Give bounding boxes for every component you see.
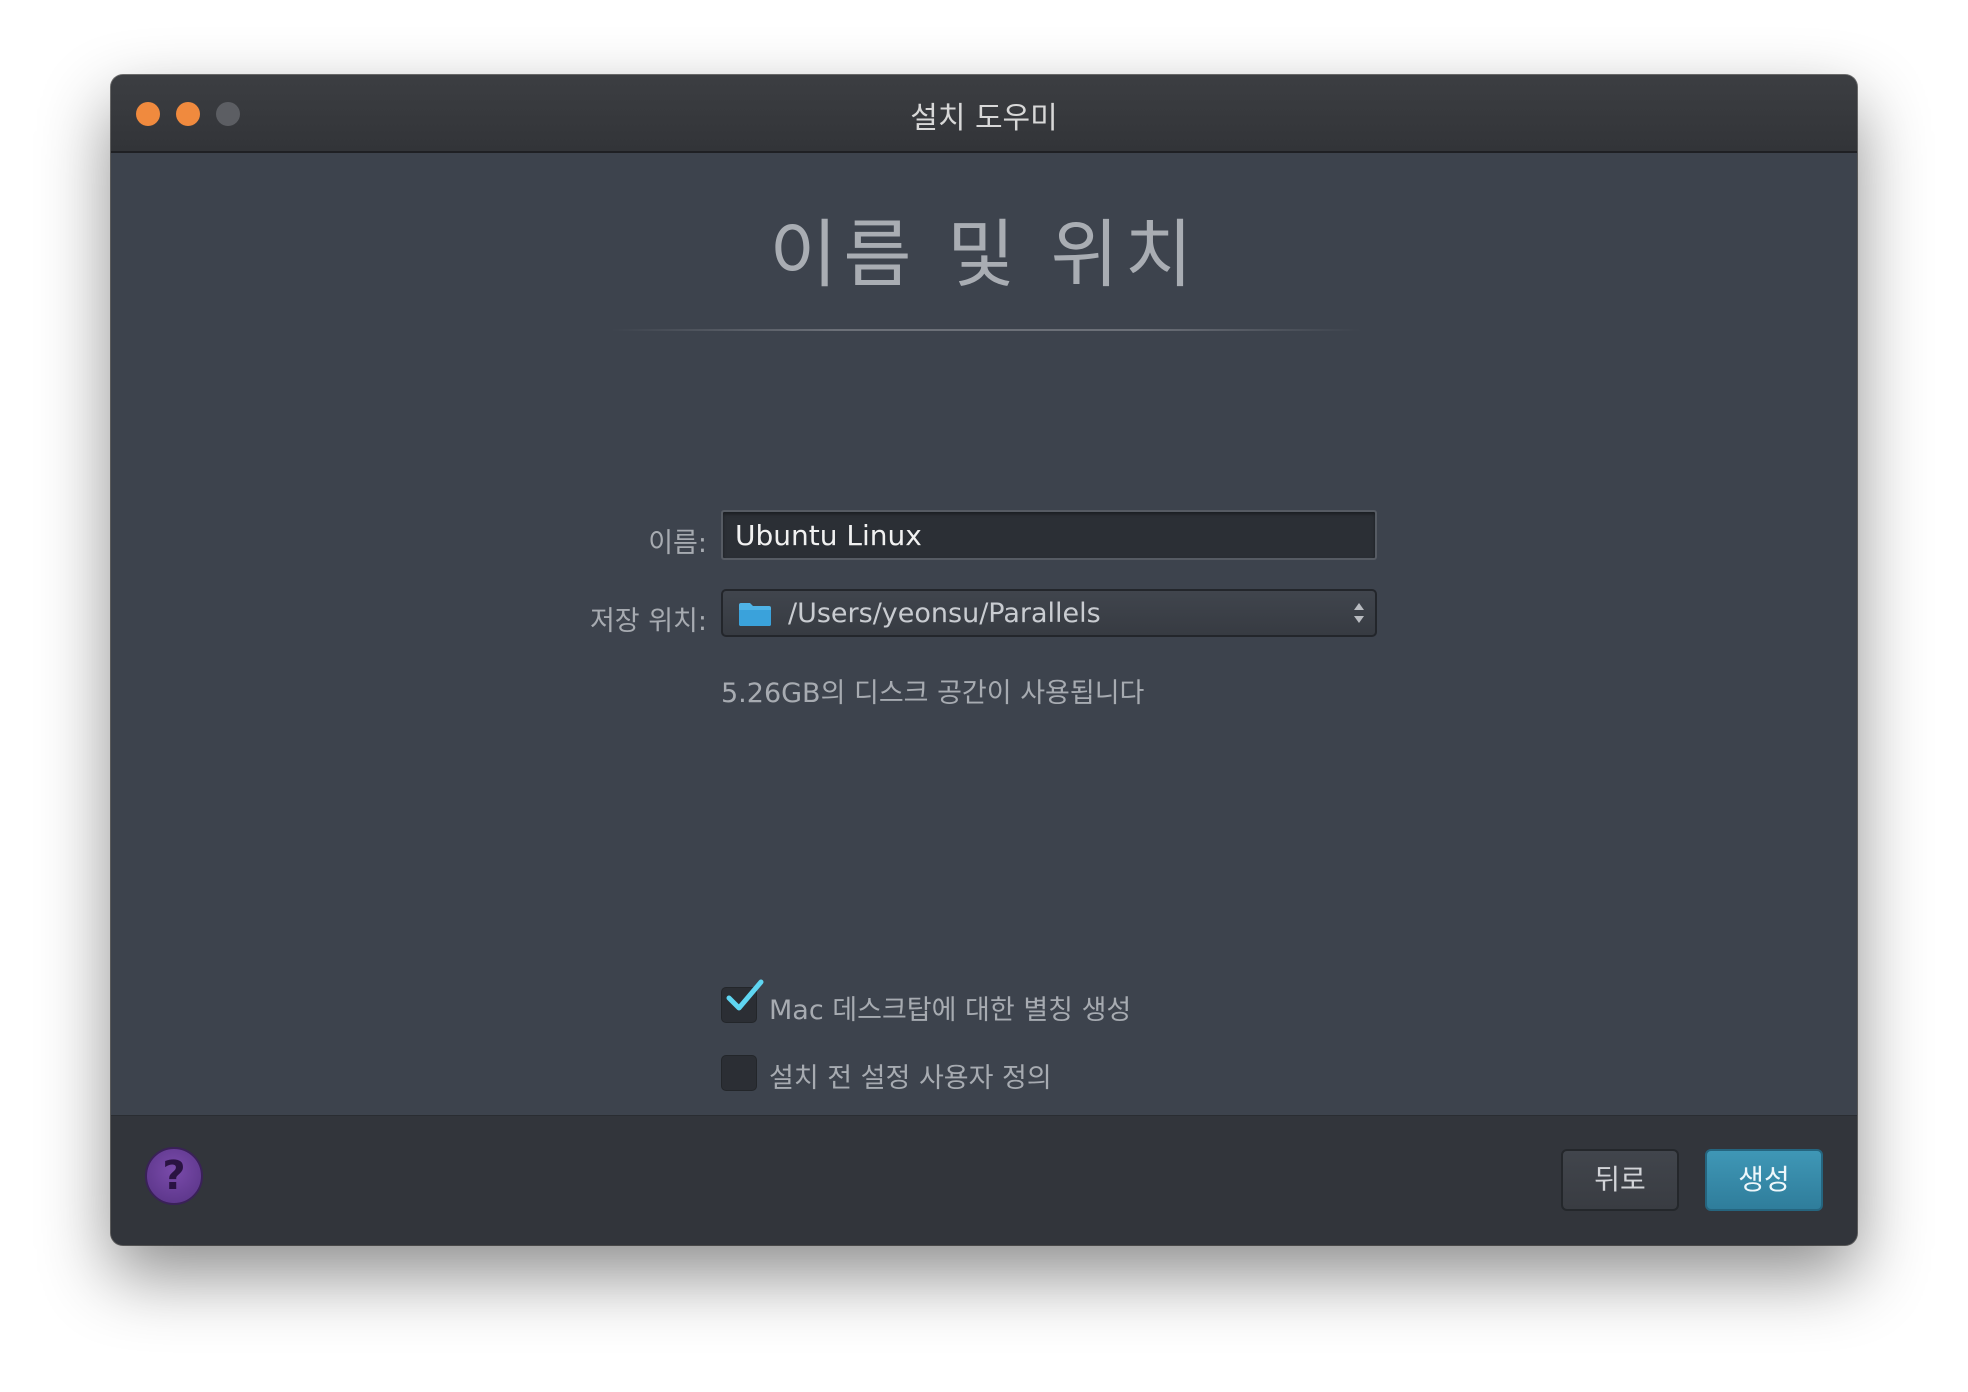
desktop-alias-label[interactable]: Mac 데스크탑에 대한 별칭 생성: [769, 988, 1131, 1027]
desktop-alias-checkbox[interactable]: [721, 979, 764, 1023]
create-button[interactable]: 생성: [1705, 1149, 1823, 1211]
window-title: 설치 도우미: [910, 101, 1058, 136]
customize-settings-label[interactable]: 설치 전 설정 사용자 정의: [769, 1056, 1052, 1095]
help-button[interactable]: ?: [145, 1147, 203, 1205]
heading-divider: [611, 329, 1361, 331]
page-title: 이름 및 위치: [769, 212, 1199, 298]
location-label: 저장 위치:: [589, 606, 707, 637]
installation-assistant-window: 설치 도우미 이름 및 위치 이름: 저장 위치: /Users/yeonsu/…: [111, 75, 1857, 1245]
up-down-stepper-icon: [1354, 603, 1364, 623]
location-select[interactable]: /Users/yeonsu/Parallels: [721, 589, 1377, 637]
title-bar[interactable]: 설치 도우미: [111, 75, 1857, 153]
location-value: /Users/yeonsu/Parallels: [788, 598, 1101, 629]
disk-usage-info: 5.26GB의 디스크 공간이 사용됩니다: [721, 678, 1145, 709]
back-button[interactable]: 뒤로: [1561, 1149, 1679, 1211]
customize-settings-checkbox[interactable]: [721, 1055, 757, 1091]
name-input[interactable]: [721, 510, 1377, 560]
name-label: 이름:: [648, 528, 707, 559]
folder-icon: [739, 603, 771, 626]
checkmark-icon: [726, 979, 764, 1011]
footer-bar: ? 뒤로 생성: [111, 1115, 1857, 1245]
